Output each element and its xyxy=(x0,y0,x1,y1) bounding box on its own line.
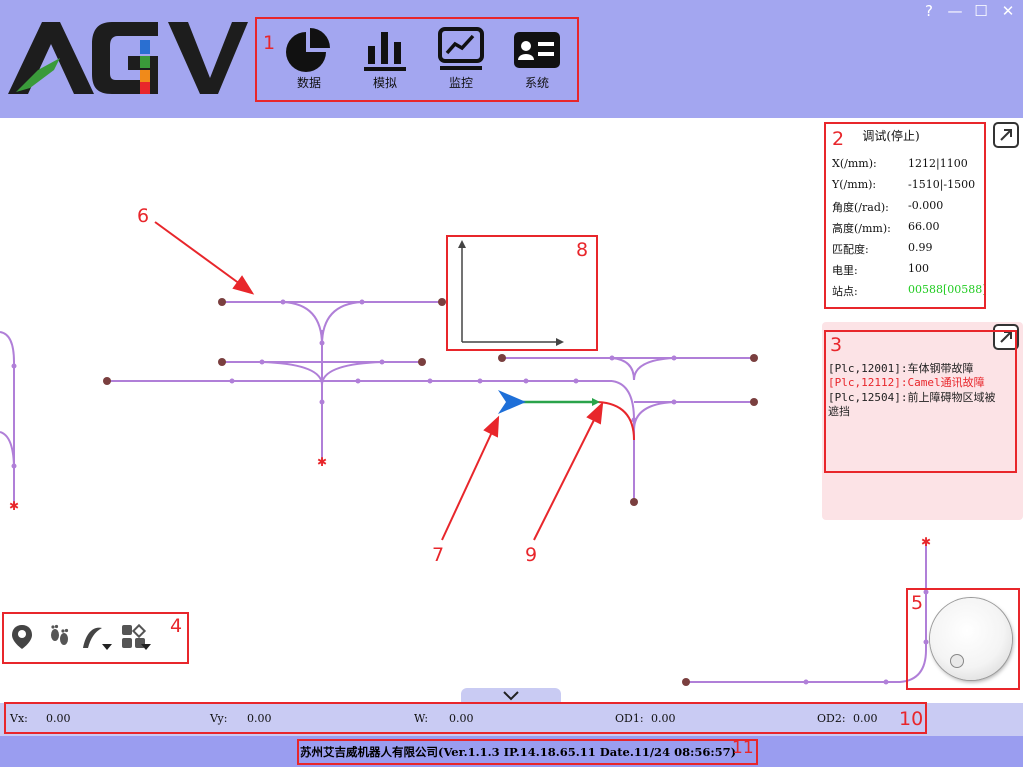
svg-text:✱: ✱ xyxy=(921,535,931,549)
agv-position-marker[interactable] xyxy=(498,390,526,414)
callout-number: 7 xyxy=(432,544,445,566)
callout-number: 2 xyxy=(832,128,845,150)
callout-number: 3 xyxy=(830,334,843,356)
agv-logo xyxy=(8,18,248,96)
svg-text:✱: ✱ xyxy=(317,455,327,469)
annotation-box-status xyxy=(4,702,927,734)
external-link-icon xyxy=(1000,129,1012,141)
callout-number: 6 xyxy=(137,205,150,227)
maximize-button[interactable]: ☐ xyxy=(970,2,992,20)
callout-number: 9 xyxy=(525,544,538,566)
close-button[interactable]: ✕ xyxy=(997,2,1019,20)
minimize-button[interactable]: — xyxy=(944,2,966,20)
callout-number: 4 xyxy=(170,615,183,637)
svg-text:✱: ✱ xyxy=(9,499,19,513)
callout-number: 11 xyxy=(732,738,754,758)
annotation-box-alarm xyxy=(824,330,1017,473)
annotation-box-toolbar xyxy=(2,612,189,664)
help-button[interactable]: ? xyxy=(918,2,940,20)
expand-info-button[interactable] xyxy=(993,122,1019,148)
annotation-box-info xyxy=(824,122,986,309)
callout-number: 5 xyxy=(911,592,924,614)
chevron-down-icon xyxy=(503,691,519,701)
annotation-box-joystick xyxy=(906,588,1020,690)
annotation-box-footer xyxy=(297,739,758,765)
callout-number: 8 xyxy=(576,239,589,261)
callout-number: 10 xyxy=(899,708,924,730)
callout-number: 1 xyxy=(263,32,276,54)
annotation-box-nav xyxy=(255,17,579,102)
collapse-panel-button[interactable] xyxy=(461,688,561,703)
